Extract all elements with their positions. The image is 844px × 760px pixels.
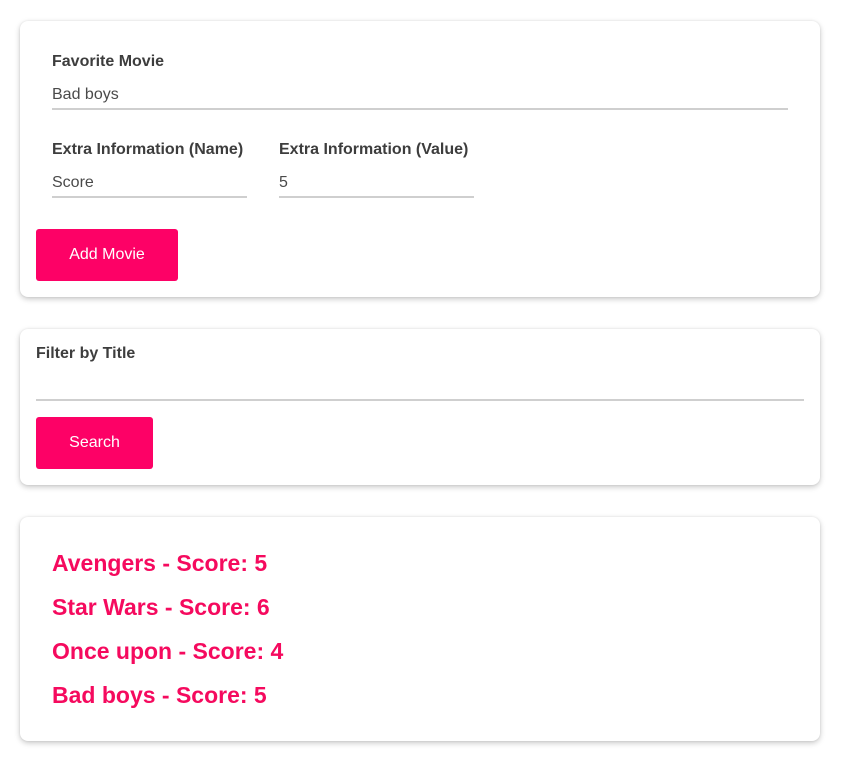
search-button[interactable]: Search xyxy=(36,417,153,469)
extra-value-input[interactable] xyxy=(279,172,474,198)
add-movie-button[interactable]: Add Movie xyxy=(36,229,178,281)
favorite-movie-input[interactable] xyxy=(52,84,788,110)
extra-name-label: Extra Information (Name) xyxy=(52,141,244,158)
add-movie-card: Favorite Movie Extra Information (Name) … xyxy=(20,21,820,297)
extra-value-label: Extra Information (Value) xyxy=(279,141,469,158)
extra-name-input[interactable] xyxy=(52,172,247,198)
favorite-movie-label: Favorite Movie xyxy=(52,53,165,70)
movie-item: Bad boys - Score: 5 xyxy=(52,682,267,708)
filter-card: Filter by Title Search xyxy=(20,329,820,485)
filter-input[interactable] xyxy=(36,375,804,401)
movie-item: Star Wars - Score: 6 xyxy=(52,594,270,620)
filter-by-title-label: Filter by Title xyxy=(36,345,136,362)
movie-item: Avengers - Score: 5 xyxy=(52,550,268,576)
movie-item: Once upon - Score: 4 xyxy=(52,638,284,664)
movie-list-card: Avengers - Score: 5 Star Wars - Score: 6… xyxy=(20,517,820,741)
